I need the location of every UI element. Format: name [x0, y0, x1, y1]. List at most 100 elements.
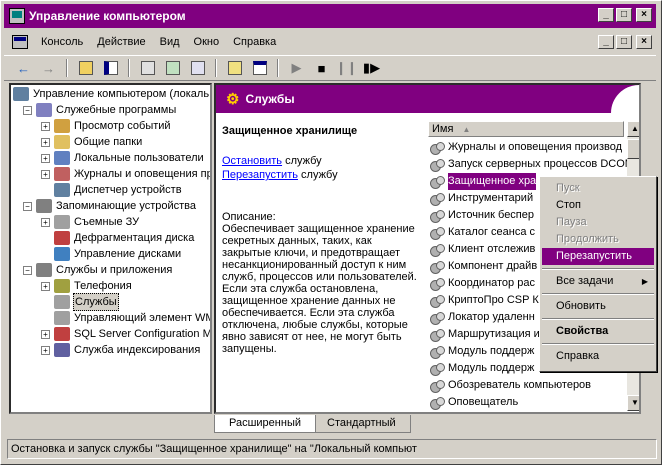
minimize-button[interactable]: _	[598, 8, 614, 22]
expand-icon[interactable]: +	[41, 281, 50, 291]
menu-separator	[542, 293, 654, 295]
expand-icon[interactable]: +	[41, 137, 50, 147]
tree-item[interactable]: + SQL Server Configuration M	[41, 326, 210, 342]
title-bar[interactable]: Управление компьютером _ □ ×	[4, 4, 656, 28]
window-title: Управление компьютером	[29, 9, 186, 23]
start-service-icon[interactable]: ▶	[285, 57, 308, 79]
help-icon[interactable]	[223, 57, 246, 79]
expand-icon[interactable]: +	[41, 329, 50, 339]
context-menu-item[interactable]: Свойства	[542, 323, 654, 340]
collapse-icon[interactable]: −	[23, 105, 32, 115]
menu-view[interactable]: Вид	[153, 33, 187, 51]
view-tabs: Расширенный Стандартный	[214, 415, 411, 433]
context-menu-item[interactable]: Обновить	[542, 298, 654, 315]
context-menu-item[interactable]: Все задачи ▶	[542, 273, 654, 290]
scroll-up-icon[interactable]: ▲	[627, 121, 639, 137]
menu-window[interactable]: Окно	[187, 33, 227, 51]
menu-action[interactable]: Действие	[90, 33, 152, 51]
child-restore-button[interactable]: □	[616, 35, 632, 49]
collapse-icon[interactable]: −	[23, 201, 32, 211]
service-gear-icon	[430, 141, 446, 155]
child-close-button[interactable]: ×	[636, 35, 652, 49]
tree-item-label: Служба индексирования	[74, 344, 201, 356]
menu-help[interactable]: Справка	[226, 33, 283, 51]
restart-service-link[interactable]: Перезапустить	[222, 169, 298, 181]
tree-item[interactable]: + Просмотр событий	[41, 118, 172, 134]
menu-console[interactable]: Консоль	[34, 33, 90, 51]
service-row[interactable]: КриптоПро CSP К	[430, 292, 539, 309]
service-gear-icon	[430, 396, 446, 410]
console-window-icon[interactable]	[12, 35, 28, 49]
service-row[interactable]: Модуль поддерж	[430, 360, 534, 377]
tree-item[interactable]: + Служба индексирования	[41, 342, 201, 358]
tab-extended[interactable]: Расширенный	[214, 415, 316, 433]
show-tree-icon[interactable]	[99, 57, 122, 79]
service-name: КриптоПро CSP К	[448, 294, 539, 306]
child-minimize-button[interactable]: _	[598, 35, 614, 49]
restart-service-icon[interactable]: ▮▶	[360, 57, 383, 79]
expand-icon[interactable]: +	[41, 121, 50, 131]
tree-item[interactable]: Управление дисками	[41, 246, 182, 262]
tree-item[interactable]: + Телефония	[41, 278, 133, 294]
service-row[interactable]: Локатор удаленн	[430, 309, 535, 326]
service-row[interactable]: Обозреватель компьютеров	[430, 377, 591, 394]
tree-node-icon	[54, 279, 70, 293]
tree-item[interactable]: − Служебные программы	[23, 102, 177, 118]
scroll-thumb[interactable]	[627, 139, 639, 159]
description-label: Описание:	[222, 211, 276, 223]
service-name: Маршрутизация и	[448, 328, 540, 340]
tree-item[interactable]: Службы	[41, 293, 119, 311]
service-row[interactable]: Оповещатель	[430, 394, 518, 411]
service-row[interactable]: Координатор рас	[430, 275, 535, 292]
tree-item[interactable]: Дефрагментация диска	[41, 230, 195, 246]
export-list-icon[interactable]	[186, 57, 209, 79]
tree-item[interactable]: + Съемные ЗУ	[41, 214, 140, 230]
tree-item[interactable]: + Локальные пользователи	[41, 150, 205, 166]
service-gear-icon	[430, 260, 446, 274]
close-button[interactable]: ×	[636, 8, 652, 22]
service-row[interactable]: Журналы и оповещения производ	[430, 139, 622, 156]
service-row[interactable]: Клиент отслежив	[430, 241, 535, 258]
pause-service-icon[interactable]: ❙❙	[335, 57, 358, 79]
tree-item-label: Общие папки	[74, 136, 143, 148]
expand-icon[interactable]: +	[41, 153, 50, 163]
tree-item[interactable]: − Запоминающие устройства	[23, 198, 197, 214]
collapse-icon[interactable]: −	[23, 265, 32, 275]
scroll-down-icon[interactable]: ▼	[627, 395, 639, 411]
tree-item[interactable]: Управляющий элемент WM	[41, 310, 210, 326]
tree-item[interactable]: − Службы и приложения	[23, 262, 173, 278]
maximize-button[interactable]: □	[616, 8, 632, 22]
service-row[interactable]: Модуль поддерж	[430, 343, 534, 360]
stop-service-link[interactable]: Остановить	[222, 155, 282, 167]
context-menu-item[interactable]: Перезапустить	[542, 248, 654, 265]
column-header-name[interactable]: Имя ▲	[428, 121, 624, 137]
tree-item[interactable]: + Журналы и оповещения пр	[41, 166, 210, 182]
context-menu-item[interactable]: Справка	[542, 348, 654, 365]
forward-arrow-icon[interactable]: →	[37, 57, 60, 79]
refresh-icon[interactable]	[161, 57, 184, 79]
expand-icon[interactable]: +	[41, 345, 50, 355]
service-row[interactable]: Источник беспер	[430, 207, 534, 224]
service-row[interactable]: Каталог сеанса с	[430, 224, 535, 241]
tab-standard[interactable]: Стандартный	[312, 415, 411, 433]
service-row[interactable]: Инструментарий	[430, 190, 533, 207]
service-row[interactable]: Запуск серверных процессов DCOM	[430, 156, 634, 173]
service-row[interactable]: Компонент драйв	[430, 258, 537, 275]
back-arrow-icon[interactable]: ←	[12, 57, 35, 79]
tree-root[interactable]: Управление компьютером (локаль	[13, 86, 210, 102]
context-menu-label: Пауза	[556, 216, 587, 228]
expand-icon[interactable]: +	[41, 217, 50, 227]
stop-service-icon[interactable]: ■	[310, 57, 333, 79]
up-folder-icon[interactable]	[74, 57, 97, 79]
service-gear-icon	[430, 226, 446, 240]
tree-item[interactable]: + Общие папки	[41, 134, 143, 150]
description-icon[interactable]	[248, 57, 271, 79]
services-gear-icon: ⚙	[226, 91, 240, 108]
expand-icon[interactable]: +	[41, 169, 50, 179]
properties-icon[interactable]	[136, 57, 159, 79]
service-row[interactable]: Маршрутизация и	[430, 326, 540, 343]
context-menu-item[interactable]: Стоп	[542, 197, 654, 214]
toolbar-separator	[128, 59, 130, 77]
service-row[interactable]: Защищенное хра	[430, 173, 537, 190]
tree-item[interactable]: Диспетчер устройств	[41, 182, 183, 198]
